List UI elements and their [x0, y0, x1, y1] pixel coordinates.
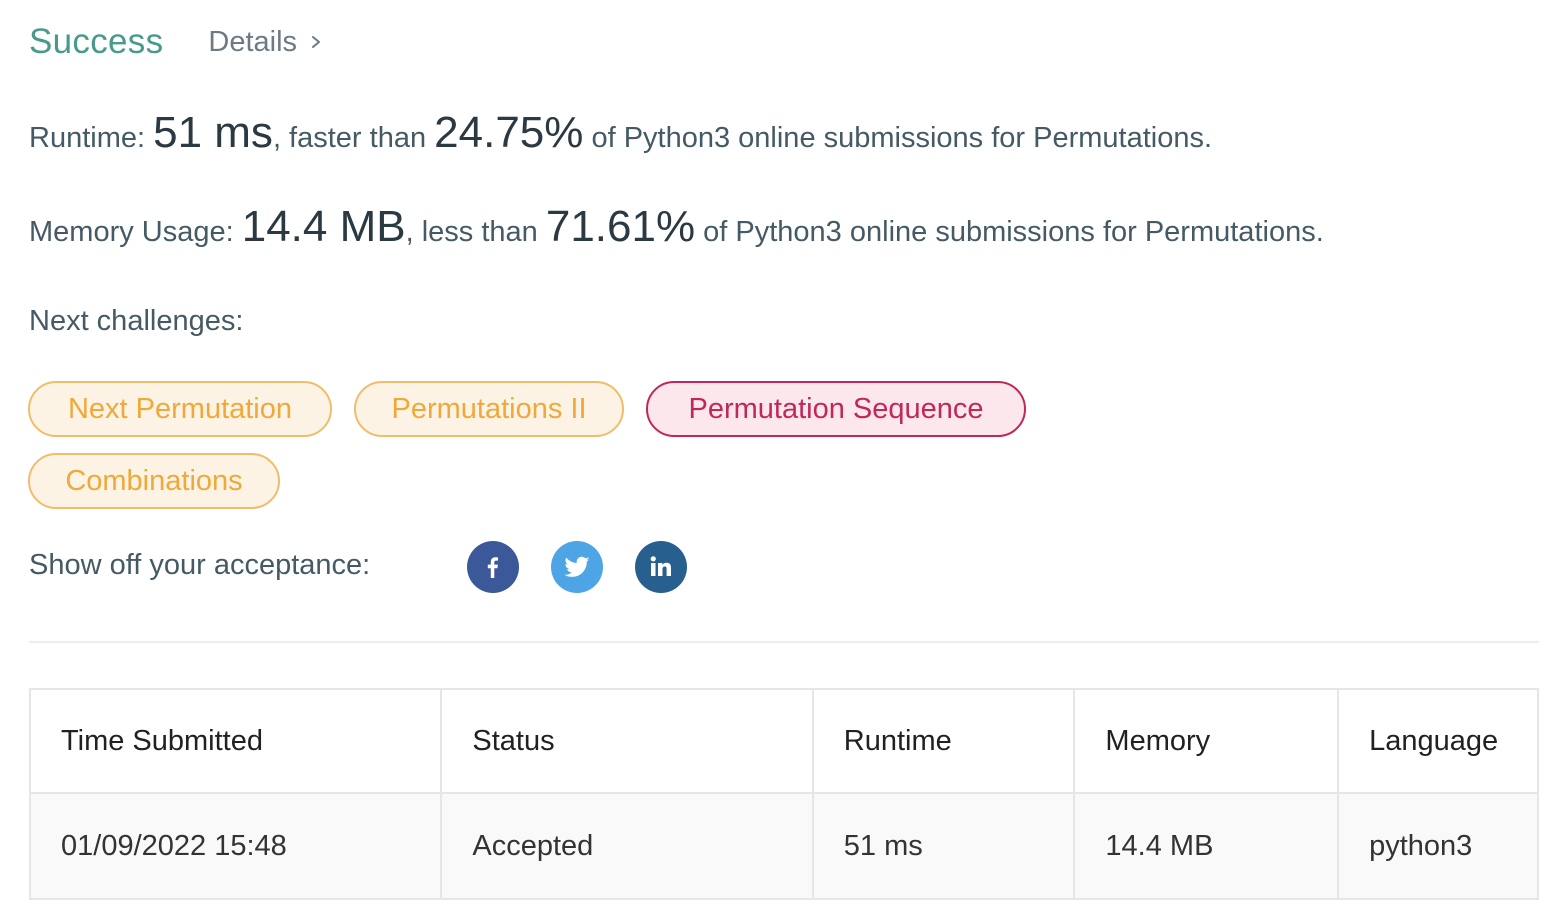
facebook-icon — [487, 557, 498, 578]
result-header: Success Details — [29, 18, 323, 66]
challenge-next-permutation[interactable]: Next Permutation — [28, 381, 332, 437]
cell-language: python3 — [1337, 792, 1539, 900]
cell-time-submitted: 01/09/2022 15:48 — [28, 792, 443, 900]
cell-memory: 14.4 MB — [1073, 792, 1340, 900]
runtime-comparison: , faster than — [272, 122, 427, 154]
details-label: Details — [208, 25, 298, 58]
header-language: Language — [1337, 688, 1539, 794]
facebook-share-button[interactable] — [467, 541, 519, 593]
table-header-row: Time Submitted Status Runtime Memory Lan… — [28, 688, 1539, 794]
runtime-percent: 24.75% — [434, 108, 584, 157]
memory-value: 14.4 MB — [241, 202, 406, 251]
next-challenges-label: Next challenges: — [29, 305, 244, 337]
runtime-label: Runtime: — [29, 122, 146, 154]
header-time-submitted: Time Submitted — [28, 688, 443, 794]
challenge-permutations-ii[interactable]: Permutations II — [354, 381, 624, 437]
cell-runtime: 51 ms — [811, 792, 1076, 900]
section-divider — [29, 641, 1539, 643]
submissions-table: Time Submitted Status Runtime Memory Lan… — [28, 688, 1539, 900]
linkedin-icon — [650, 556, 671, 576]
challenge-permutation-sequence[interactable]: Permutation Sequence — [646, 381, 1026, 437]
memory-suffix: of Python3 online submissions for Permut… — [703, 216, 1324, 248]
runtime-suffix: of Python3 online submissions for Permut… — [591, 122, 1213, 154]
memory-comparison: , less than — [405, 216, 538, 248]
status-title: Success — [29, 22, 164, 61]
runtime-stat: Runtime: 51 ms, faster than 24.75% of Py… — [29, 108, 1212, 158]
table-row: 01/09/2022 15:48 Accepted 51 ms 14.4 MB … — [28, 792, 1539, 900]
runtime-value: 51 ms — [153, 108, 273, 157]
share-label: Show off your acceptance: — [29, 549, 371, 581]
chevron-right-icon — [312, 36, 321, 48]
twitter-share-button[interactable] — [551, 541, 603, 593]
memory-percent: 71.61% — [545, 202, 696, 251]
memory-label: Memory Usage: — [29, 216, 234, 248]
twitter-icon — [564, 556, 590, 577]
header-status: Status — [440, 688, 814, 794]
cell-status-link[interactable]: Accepted — [440, 792, 814, 900]
challenge-combinations[interactable]: Combinations — [28, 453, 280, 509]
details-link[interactable]: Details — [208, 26, 323, 59]
linkedin-share-button[interactable] — [635, 541, 687, 593]
header-memory: Memory — [1073, 688, 1340, 794]
header-runtime: Runtime — [811, 688, 1076, 794]
memory-stat: Memory Usage: 14.4 MB, less than 71.61% … — [29, 202, 1324, 252]
